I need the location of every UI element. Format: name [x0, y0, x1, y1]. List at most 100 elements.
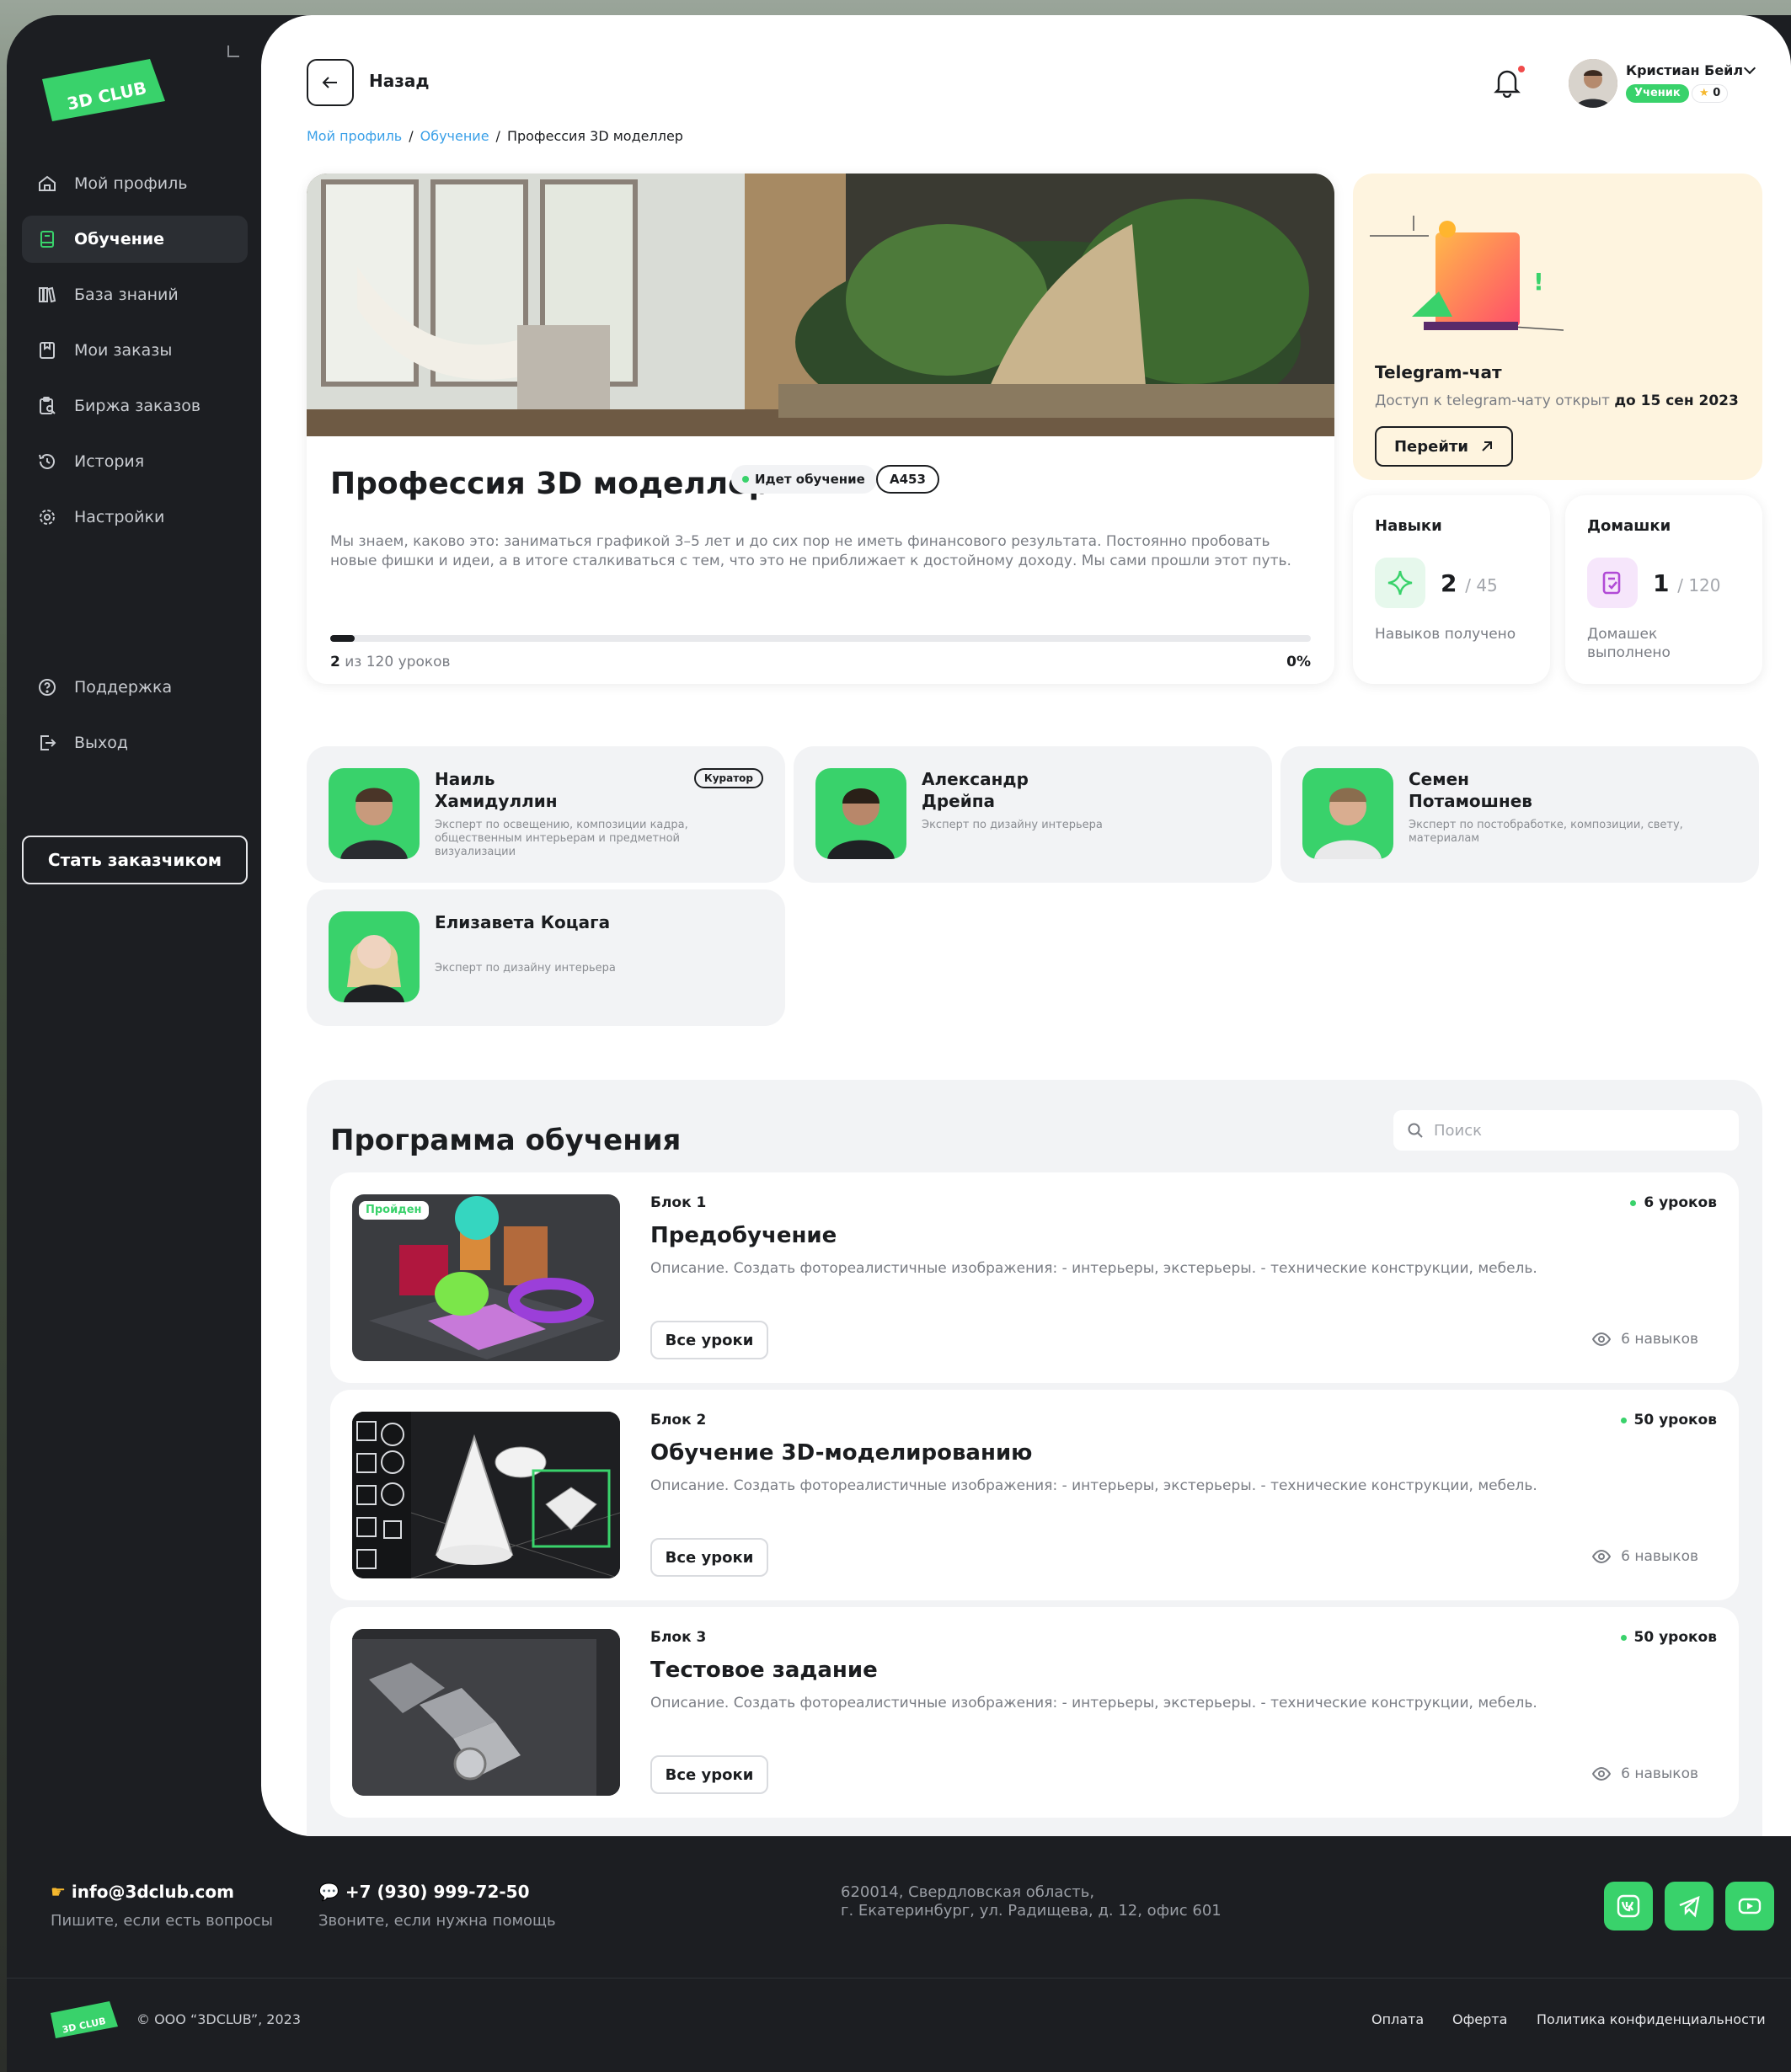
collapse-sidebar-icon[interactable] — [227, 45, 239, 57]
footer-email-sub: Пишите, если есть вопросы — [51, 1912, 274, 1930]
sidebar: 3D CLUB Мой профиль Обучение База знаний… — [7, 15, 261, 1834]
back-label[interactable]: Назад — [369, 71, 430, 91]
homework-icon — [1602, 571, 1621, 595]
block-number: Блок 2 — [650, 1412, 707, 1429]
telegram-card: ! Telegram-чат Доступ к telegram-чату от… — [1353, 174, 1762, 480]
breadcrumb-link-learning[interactable]: Обучение — [420, 128, 489, 144]
all-lessons-button[interactable]: Все уроки — [650, 1538, 768, 1577]
arrow-left-icon — [322, 77, 337, 88]
telegram-illustration: ! — [1370, 216, 1564, 331]
youtube-icon — [1738, 1898, 1762, 1914]
progress-bar-fill — [330, 635, 356, 642]
chevron-down-icon[interactable] — [1743, 61, 1756, 75]
social-telegram-button[interactable] — [1665, 1882, 1713, 1930]
expert-card[interactable]: Наиль Хамидуллин Эксперт по освещению, к… — [307, 746, 785, 883]
logo[interactable]: 3D CLUB — [42, 59, 165, 121]
curator-badge: Куратор — [693, 768, 763, 788]
bell-icon[interactable] — [1493, 67, 1521, 98]
avatar-illustration — [1569, 59, 1617, 108]
footer-logo[interactable]: 3D CLUB — [51, 2001, 118, 2038]
breadcrumb-current: Профессия 3D моделлер — [506, 128, 683, 144]
social-vk-button[interactable] — [1604, 1882, 1653, 1930]
arrow-up-right-icon — [1482, 441, 1493, 451]
footer-link-payment[interactable]: Оплата — [1371, 2011, 1424, 2027]
sidebar-item-settings[interactable]: Настройки — [22, 494, 248, 541]
all-lessons-button[interactable]: Все уроки — [650, 1321, 768, 1359]
search-input[interactable] — [1432, 1120, 1719, 1140]
history-icon — [39, 454, 55, 469]
stat-title: Домашки — [1587, 517, 1671, 535]
back-button[interactable] — [307, 59, 354, 106]
notification-dot — [1518, 66, 1525, 72]
skills-card: Навыки 2 / 45 Навыков получено — [1353, 495, 1550, 684]
telegram-text: Доступ к telegram-чату открыт — [1375, 393, 1610, 409]
sidebar-item-orders[interactable]: Мои заказы — [22, 327, 248, 374]
user-name[interactable]: Кристиан Бейл — [1626, 62, 1743, 78]
chat-bubble-icon: 💬 — [318, 1882, 339, 1902]
program-title: Программа обучения — [330, 1124, 682, 1157]
expert-card[interactable]: Елизавета Коцага Эксперт по дизайну инте… — [307, 889, 785, 1026]
program-block: Пройден Блок 1 Предобучение Описание. Со… — [330, 1172, 1739, 1383]
block-description: Описание. Создать фотореалистичные изобр… — [650, 1695, 1537, 1712]
exchange-icon — [40, 397, 56, 414]
stat-label: Навыков получено — [1375, 626, 1516, 643]
stat-title: Навыки — [1375, 517, 1442, 535]
footer-link-privacy[interactable]: Политика конфиденциальности — [1537, 2011, 1766, 2027]
homework-value: 1 — [1653, 569, 1670, 597]
sidebar-item-label: Мой профиль — [74, 174, 188, 193]
program-section: Программа обучения Поиск Пройден Блок 1 … — [307, 1080, 1762, 1836]
sidebar-item-support[interactable]: Поддержка — [22, 664, 248, 711]
gear-icon — [40, 510, 55, 525]
block-number: Блок 1 — [650, 1194, 707, 1211]
telegram-go-button[interactable]: Перейти — [1375, 426, 1513, 467]
status-badge: Идет обучение — [731, 465, 877, 494]
telegram-access-text: Доступ к telegram-чату открыт до 15 сен … — [1375, 393, 1739, 409]
expert-role: Эксперт по освещению, композиции кадра, … — [435, 819, 688, 858]
progress-lessons: 2 из 120 уроков — [330, 654, 451, 670]
skills-total: / 45 — [1465, 575, 1498, 595]
stat-icon-wrap — [1587, 558, 1638, 608]
sidebar-item-logout[interactable]: Выход — [22, 719, 248, 766]
footer-phone-text: +7 (930) 999-72-50 — [345, 1882, 530, 1902]
expert-photo — [1302, 768, 1393, 859]
sidebar-item-history[interactable]: История — [22, 438, 248, 485]
homework-card: Домашки 1 / 120 Домашек выполнено — [1565, 495, 1762, 684]
course-title: Профессия 3D моделлер — [330, 467, 771, 501]
search-box[interactable] — [1393, 1110, 1739, 1151]
progress-bar — [330, 635, 1311, 642]
block-title: Обучение 3D-моделированию — [650, 1440, 1033, 1466]
become-customer-button[interactable]: Стать заказчиком — [22, 836, 248, 884]
address-line-2: г. Екатеринбург, ул. Радищева, д. 12, оф… — [841, 1902, 1222, 1920]
expert-photo — [329, 911, 420, 1002]
footer-email[interactable]: ☛ info@3dclub.com — [51, 1882, 234, 1902]
skills-label: 6 навыков — [1621, 1765, 1698, 1782]
block-thumbnail — [352, 1412, 620, 1578]
all-lessons-button[interactable]: Все уроки — [650, 1755, 768, 1794]
skills-label: 6 навыков — [1621, 1331, 1698, 1348]
expert-name: Елизавета Коцага — [435, 912, 611, 932]
course-cover-image — [307, 174, 1334, 436]
sidebar-item-learning[interactable]: Обучение — [22, 216, 248, 263]
avatar[interactable] — [1569, 59, 1617, 108]
breadcrumb-link-profile[interactable]: Мой профиль — [307, 128, 402, 144]
block-title: Предобучение — [650, 1223, 837, 1248]
sidebar-item-exchange[interactable]: Биржа заказов — [22, 382, 248, 430]
expert-photo — [329, 768, 420, 859]
stat-value: 2 / 45 — [1441, 569, 1498, 597]
sidebar-item-knowledge[interactable]: База знаний — [22, 271, 248, 318]
expert-card[interactable]: Александр Дрейпа Эксперт по дизайну инте… — [794, 746, 1272, 883]
social-youtube-button[interactable] — [1725, 1882, 1774, 1930]
sidebar-item-label: История — [74, 452, 145, 471]
expert-role: Эксперт по постобработке, композиции, св… — [1409, 819, 1683, 845]
sidebar-item-label: База знаний — [74, 286, 179, 304]
expert-card[interactable]: Семен Потамошнев Эксперт по постобработк… — [1280, 746, 1759, 883]
footer-link-offer[interactable]: Оферта — [1452, 2011, 1507, 2027]
sidebar-item-profile[interactable]: Мой профиль — [22, 160, 248, 207]
block-2-illustration — [352, 1412, 620, 1578]
stat-value: 1 / 120 — [1653, 569, 1721, 597]
points-badge: ★ 0 — [1692, 84, 1729, 103]
vk-icon — [1617, 1894, 1640, 1918]
homework-total: / 120 — [1677, 575, 1721, 595]
expert-name: Семен Потамошнев — [1409, 769, 1532, 811]
footer-phone[interactable]: 💬 +7 (930) 999-72-50 — [318, 1882, 530, 1902]
